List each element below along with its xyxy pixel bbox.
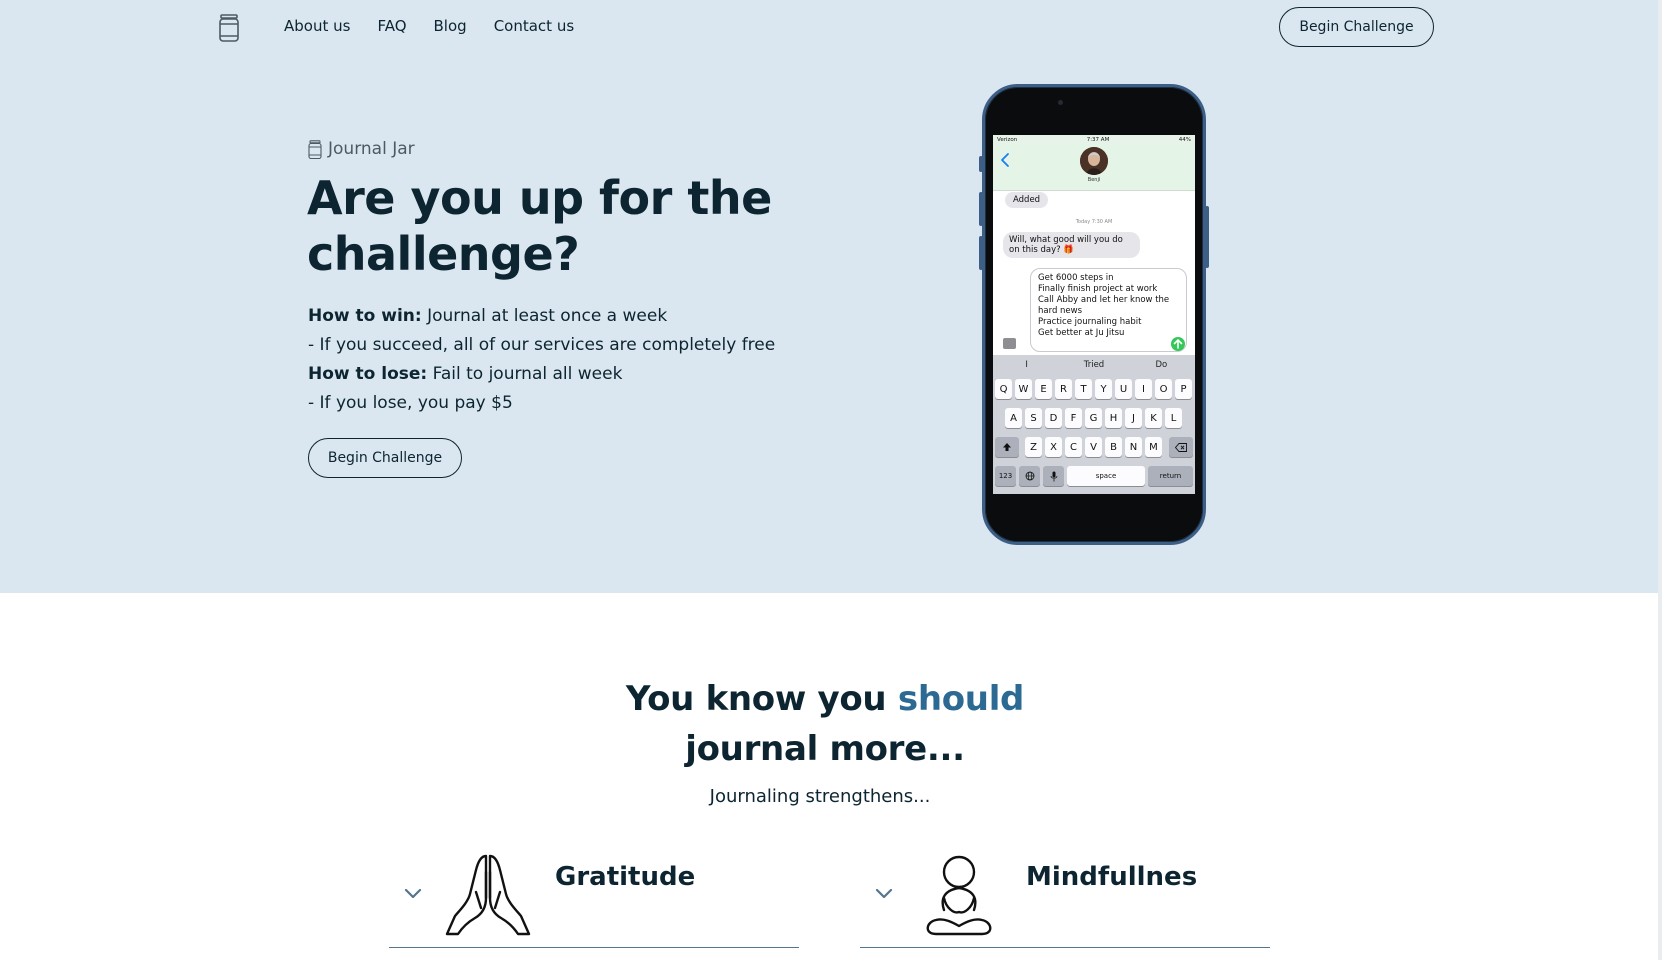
key-d[interactable]: D xyxy=(1045,408,1062,428)
key-m[interactable]: M xyxy=(1145,437,1162,457)
nav-begin-challenge-button[interactable]: Begin Challenge xyxy=(1279,7,1434,47)
nav-links: About us FAQ Blog Contact us xyxy=(284,16,574,36)
brand-label: Journal Jar xyxy=(328,139,415,159)
suggestion[interactable]: I xyxy=(993,355,1060,375)
chevron-down-icon[interactable] xyxy=(874,886,894,900)
key-p[interactable]: P xyxy=(1175,379,1192,399)
status-battery: 44% xyxy=(1178,136,1191,143)
key-w[interactable]: W xyxy=(1015,379,1032,399)
win-label: How to win: xyxy=(308,306,422,326)
draft-line: Practice journaling habit xyxy=(1038,317,1142,327)
section-title: You know you should journal more... xyxy=(560,674,1090,774)
key-g[interactable]: G xyxy=(1085,408,1102,428)
key-r[interactable]: R xyxy=(1055,379,1072,399)
section-title-accent: should xyxy=(897,679,1025,719)
challenge-rules: How to win: Journal at least once a week… xyxy=(308,302,775,418)
key-u[interactable]: U xyxy=(1115,379,1132,399)
key-q[interactable]: Q xyxy=(995,379,1012,399)
benefit-label: Mindfullnes xyxy=(1026,862,1198,892)
win-detail: - If you succeed, all of our services ar… xyxy=(308,335,776,355)
benefit-gratitude[interactable]: Gratitude xyxy=(389,842,799,948)
hero-section: About us FAQ Blog Contact us Begin Chall… xyxy=(0,0,1658,593)
send-icon[interactable] xyxy=(1171,337,1185,351)
message-timestamp: Today 7:30 AM xyxy=(1075,219,1113,225)
jar-icon xyxy=(308,139,322,159)
phone-camera xyxy=(1058,100,1063,105)
jar-icon[interactable] xyxy=(218,14,240,42)
key-b[interactable]: B xyxy=(1105,437,1122,457)
keyboard: I Tried Do Q W E R T Y U I O P A S D F G… xyxy=(993,355,1195,494)
return-key[interactable]: return xyxy=(1148,466,1193,486)
key-j[interactable]: J xyxy=(1125,408,1142,428)
brand: Journal Jar xyxy=(308,139,415,159)
lose-detail: - If you lose, you pay $5 xyxy=(308,393,513,413)
key-c[interactable]: C xyxy=(1065,437,1082,457)
key-z[interactable]: Z xyxy=(1025,437,1042,457)
key-h[interactable]: H xyxy=(1105,408,1122,428)
backspace-icon[interactable] xyxy=(1169,437,1193,457)
benefit-mindfulness[interactable]: Mindfullnes xyxy=(860,842,1270,948)
key-n[interactable]: N xyxy=(1125,437,1142,457)
draft-line: Get 6000 steps in xyxy=(1038,273,1114,283)
meditation-icon xyxy=(926,855,992,936)
nav-link-faq[interactable]: FAQ xyxy=(377,16,406,36)
message-bubble: Added xyxy=(1005,192,1049,208)
praying-hands-icon xyxy=(445,854,531,936)
key-y[interactable]: Y xyxy=(1095,379,1112,399)
apps-icon[interactable] xyxy=(1003,338,1016,349)
nav-link-blog[interactable]: Blog xyxy=(434,16,467,36)
microphone-icon[interactable] xyxy=(1043,466,1064,486)
hero-title: Are you up for the challenge? xyxy=(307,171,772,281)
status-time: 7:37 AM xyxy=(1086,136,1110,143)
status-carrier: Verizon xyxy=(997,136,1018,143)
key-i[interactable]: I xyxy=(1135,379,1152,399)
shift-key-icon[interactable] xyxy=(995,437,1019,457)
suggestion[interactable]: Do xyxy=(1128,355,1195,375)
lose-label: How to lose: xyxy=(308,364,428,384)
message-bubble: Will, what good will you do on this day?… xyxy=(1003,232,1140,258)
suggestion[interactable]: Tried xyxy=(1060,355,1127,375)
key-o[interactable]: O xyxy=(1155,379,1172,399)
scrollbar[interactable] xyxy=(1658,0,1662,960)
chevron-left-icon[interactable] xyxy=(999,152,1011,168)
nav-link-contact[interactable]: Contact us xyxy=(494,16,574,36)
win-text: Journal at least once a week xyxy=(421,306,668,326)
key-k[interactable]: K xyxy=(1145,408,1162,428)
avatar[interactable] xyxy=(1080,147,1108,175)
key-e[interactable]: E xyxy=(1035,379,1052,399)
key-x[interactable]: X xyxy=(1045,437,1062,457)
key-a[interactable]: A xyxy=(1005,408,1022,428)
draft-line: Call Abby and let her know the hard news xyxy=(1038,295,1170,316)
draft-line: Finally finish project at work xyxy=(1038,284,1158,294)
nav-link-about[interactable]: About us xyxy=(284,16,350,36)
phone-screen: Verizon 7:37 AM 44% Benji Added Today 7:… xyxy=(993,135,1195,494)
draft-line: Get better at Ju Jitsu xyxy=(1038,328,1125,338)
key-l[interactable]: L xyxy=(1165,408,1182,428)
benefit-label: Gratitude xyxy=(555,862,696,892)
suggestion-bar: I Tried Do xyxy=(993,355,1195,375)
status-bar: Verizon 7:37 AM 44% xyxy=(993,135,1195,144)
globe-icon[interactable] xyxy=(1019,466,1040,486)
chevron-down-icon[interactable] xyxy=(403,886,423,900)
section-subtitle: Journaling strengthens... xyxy=(709,786,931,807)
key-s[interactable]: S xyxy=(1025,408,1042,428)
key-t[interactable]: T xyxy=(1075,379,1092,399)
contact-name: Benji xyxy=(1087,177,1101,183)
chat-header: Benji xyxy=(993,144,1195,191)
key-f[interactable]: F xyxy=(1065,408,1082,428)
begin-challenge-button[interactable]: Begin Challenge xyxy=(308,438,462,478)
section-title-start: You know you xyxy=(625,679,898,719)
message-input[interactable]: Get 6000 steps in Finally finish project… xyxy=(1030,268,1187,352)
lose-text: Fail to journal all week xyxy=(427,364,623,384)
key-v[interactable]: V xyxy=(1085,437,1102,457)
space-key[interactable]: space xyxy=(1067,466,1145,486)
key-123[interactable]: 123 xyxy=(995,466,1016,486)
section-title-end: journal more... xyxy=(685,729,965,769)
